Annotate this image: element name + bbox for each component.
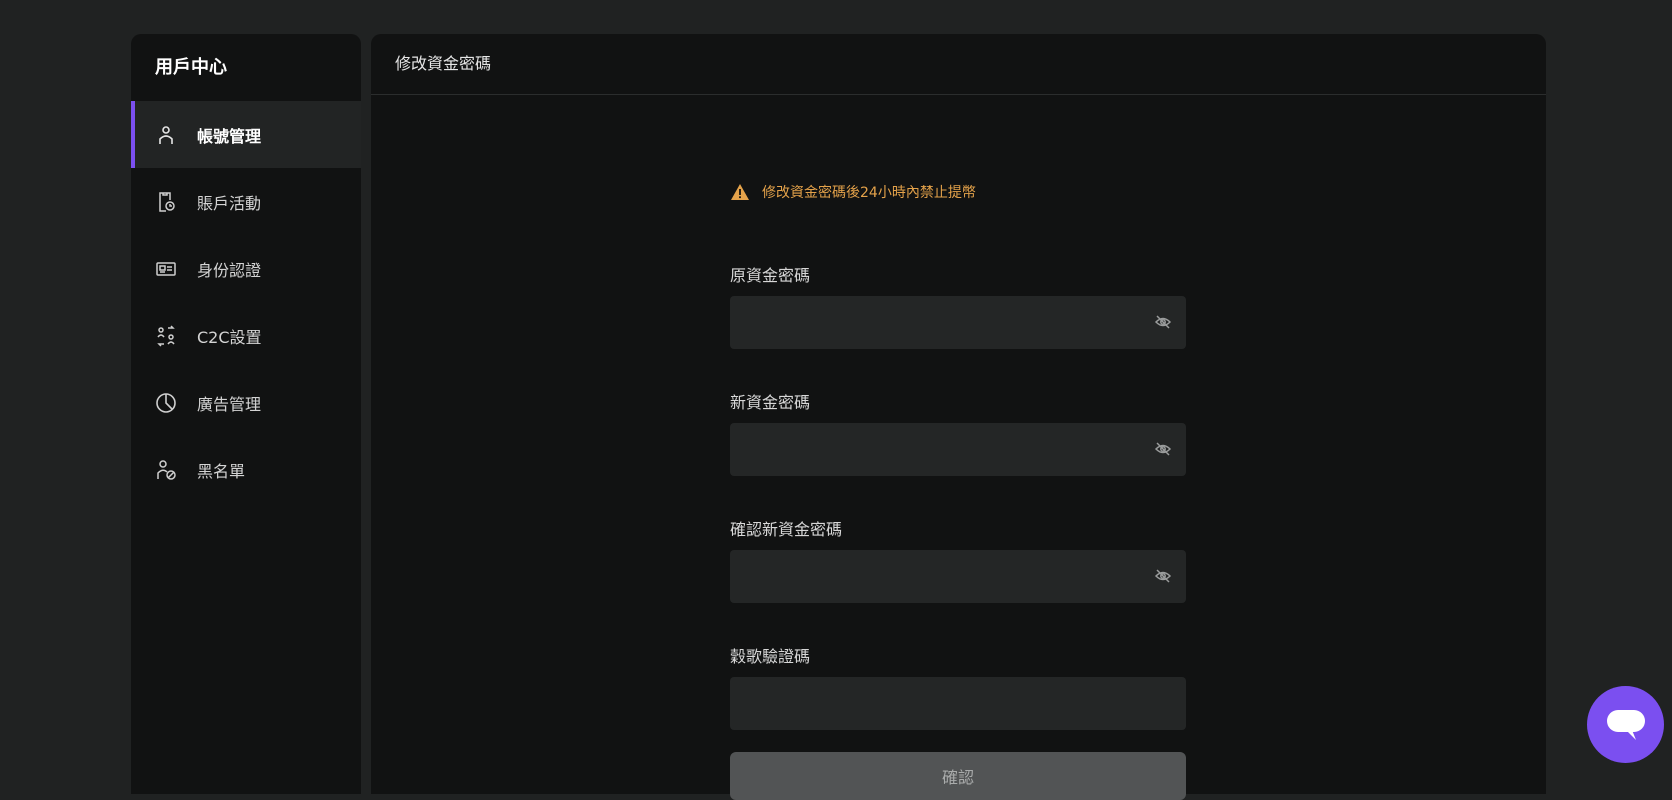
id-card-icon (155, 258, 177, 280)
sidebar-item-account-management[interactable]: 帳號管理 (131, 101, 361, 168)
sidebar-item-identity-verification[interactable]: 身份認證 (131, 235, 361, 302)
change-fund-password-form: 修改資金密碼後24小時內禁止提幣 原資金密碼 新資金密碼 確認新資金密碼 穀歌驗… (730, 182, 1186, 800)
pie-chart-icon (155, 392, 177, 414)
warning-text: 修改資金密碼後24小時內禁止提幣 (762, 185, 976, 201)
sidebar-item-label: 廣告管理 (197, 394, 262, 414)
warning-message: 修改資金密碼後24小時內禁止提幣 (730, 182, 1186, 202)
sidebar-item-account-activity[interactable]: 賬戶活動 (131, 168, 361, 235)
google-verification-code-input[interactable] (730, 677, 1186, 730)
confirm-new-fund-password-input[interactable] (730, 550, 1186, 603)
sidebar-item-label: 賬戶活動 (197, 193, 262, 213)
blocked-user-icon (155, 459, 177, 481)
new-fund-password-field: 新資金密碼 (730, 389, 1186, 476)
user-icon (155, 124, 177, 146)
sidebar-item-label: 身份認證 (197, 260, 262, 280)
field-label: 確認新資金密碼 (730, 520, 843, 539)
eye-off-icon[interactable] (1154, 567, 1172, 585)
warning-icon (731, 184, 749, 200)
sidebar-item-label: 黑名單 (197, 461, 246, 481)
activity-log-icon (155, 191, 177, 213)
page-title: 修改資金密碼 (371, 34, 1546, 95)
confirm-button[interactable]: 確認 (730, 752, 1186, 800)
sidebar: 用戶中心 帳號管理 賬戶活動 身份認證 C2C設置 廣告管理 黑名單 (131, 34, 361, 794)
confirm-new-fund-password-field: 確認新資金密碼 (730, 516, 1186, 603)
main-panel: 修改資金密碼 修改資金密碼後24小時內禁止提幣 原資金密碼 新資金密碼 確認新資… (371, 34, 1546, 800)
chat-support-button[interactable] (1587, 686, 1664, 763)
eye-off-icon[interactable] (1154, 440, 1172, 458)
original-fund-password-field: 原資金密碼 (730, 262, 1186, 349)
new-fund-password-input[interactable] (730, 423, 1186, 476)
sidebar-item-blacklist[interactable]: 黑名單 (131, 436, 361, 503)
sidebar-item-label: C2C設置 (197, 327, 262, 347)
field-label: 新資金密碼 (730, 393, 811, 412)
sidebar-item-ad-management[interactable]: 廣告管理 (131, 369, 361, 436)
field-label: 原資金密碼 (730, 266, 811, 285)
sidebar-item-c2c-settings[interactable]: C2C設置 (131, 302, 361, 369)
google-verification-code-field: 穀歌驗證碼 (730, 643, 1186, 730)
eye-off-icon[interactable] (1154, 313, 1172, 331)
sidebar-item-label: 帳號管理 (197, 126, 262, 146)
chat-bubble-icon (1606, 709, 1645, 740)
original-fund-password-input[interactable] (730, 296, 1186, 349)
c2c-exchange-icon (155, 324, 177, 347)
sidebar-title: 用戶中心 (155, 57, 227, 78)
field-label: 穀歌驗證碼 (730, 647, 811, 666)
